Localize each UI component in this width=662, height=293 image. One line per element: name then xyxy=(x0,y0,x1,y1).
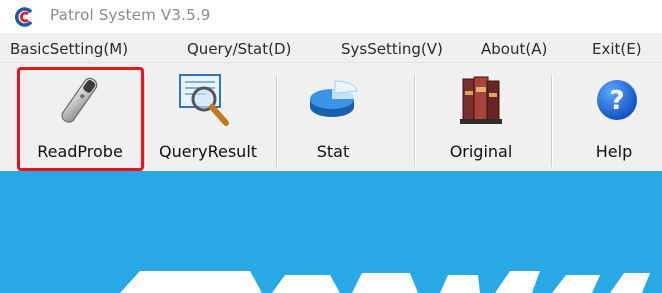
background-logo-shapes xyxy=(120,271,650,293)
toolbar-separator xyxy=(551,75,553,167)
menu-basic-setting[interactable]: BasicSetting(M) xyxy=(10,40,128,58)
svg-text:?: ? xyxy=(609,86,624,116)
main-content-area xyxy=(0,171,662,293)
window-title: Patrol System V3.5.9 xyxy=(50,6,211,24)
help-label: Help xyxy=(595,142,633,161)
menu-about[interactable]: About(A) xyxy=(481,40,547,58)
stat-label: Stat xyxy=(316,142,350,161)
magnifier-monitor-icon xyxy=(179,74,229,126)
books-icon xyxy=(460,76,502,124)
help-button[interactable]: ? Help xyxy=(566,63,662,171)
original-label: Original xyxy=(449,142,513,161)
query-result-label: QueryResult xyxy=(158,142,258,161)
app-logo-icon xyxy=(14,6,36,28)
menu-bar: BasicSetting(M) Query/Stat(D) SysSetting… xyxy=(0,33,662,63)
stat-button[interactable]: Stat xyxy=(278,63,388,171)
title-bar: Patrol System V3.5.9 xyxy=(0,0,662,33)
help-icon: ? xyxy=(597,80,637,120)
menu-exit[interactable]: Exit(E) xyxy=(592,40,642,58)
original-button[interactable]: Original xyxy=(416,63,546,171)
pie-chart-icon xyxy=(310,80,358,117)
query-result-button[interactable]: QueryResult xyxy=(146,63,270,171)
menu-sys-setting[interactable]: SysSetting(V) xyxy=(341,40,443,58)
menu-query-stat[interactable]: Query/Stat(D) xyxy=(187,40,291,58)
highlight-box xyxy=(17,67,144,171)
